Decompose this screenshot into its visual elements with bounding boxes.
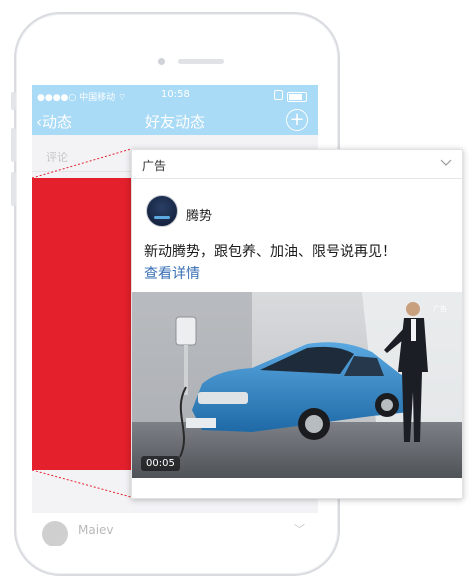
video-timestamp: 00:05	[141, 456, 180, 471]
video-frame-image	[132, 292, 462, 478]
brand-name[interactable]: 腾势	[186, 205, 212, 224]
ad-label: 广告	[142, 159, 167, 173]
ad-text: 新动腾势，跟包养、加油、限号说再见！	[144, 244, 396, 260]
details-link[interactable]: 查看详情	[144, 263, 200, 283]
ad-video[interactable]: 广告 00:05	[132, 292, 462, 478]
chevron-down-icon[interactable]	[440, 159, 452, 167]
zoom-line-bottom	[31, 469, 132, 498]
ad-header: 广告	[132, 150, 462, 179]
brand-logo[interactable]	[146, 195, 178, 227]
ad-card[interactable]: 广告 腾势 新动腾势，跟包养、加油、限号说再见！ 查看详情 广告 00:05	[131, 149, 463, 499]
zoom-line-top	[31, 148, 132, 179]
video-corner-tag: 广告	[433, 305, 447, 313]
